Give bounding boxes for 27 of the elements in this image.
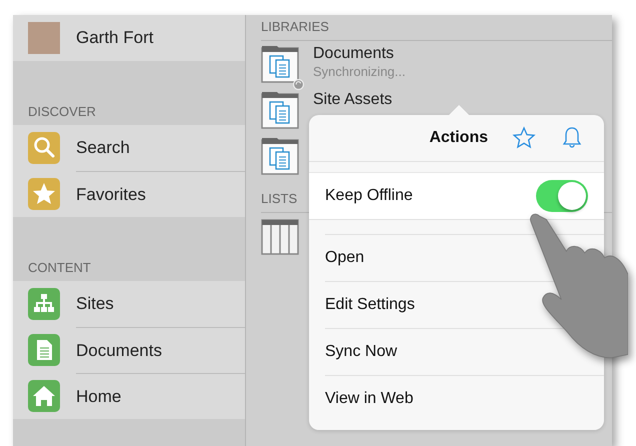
menu-item[interactable]: View in Web	[325, 386, 414, 412]
document-library-icon[interactable]	[261, 91, 301, 131]
menu-item[interactable]: Sync Now	[325, 339, 398, 365]
section-heading: LIBRARIES	[261, 15, 612, 41]
sidebar-item[interactable]: Search	[13, 125, 245, 171]
toggle-switch[interactable]	[536, 180, 588, 212]
popover-title: Actions	[429, 129, 488, 147]
section-heading: DISCOVER	[27, 103, 97, 121]
sidebar-item[interactable]: Home	[13, 373, 245, 419]
document-library-icon[interactable]	[261, 45, 301, 85]
sidebar-item[interactable]: Favorites	[13, 171, 245, 217]
toggle-label: Keep Offline	[325, 187, 413, 205]
sidebar-item[interactable]: Documents	[13, 327, 245, 373]
sidebar-item[interactable]: Sites	[13, 281, 245, 327]
profile-row[interactable]: Garth Fort	[13, 15, 245, 61]
library-title[interactable]: Documents	[313, 45, 406, 63]
menu-item[interactable]: Open	[325, 245, 364, 271]
avatar-photo-placeholder	[28, 22, 60, 54]
table-icon[interactable]	[261, 217, 301, 257]
star-icon[interactable]	[512, 126, 536, 150]
bell-icon[interactable]	[560, 126, 584, 150]
user-name: Garth Fort	[76, 28, 154, 48]
library-subtitle: Synchronizing...	[313, 63, 406, 81]
document-library-icon[interactable]	[261, 137, 301, 177]
section-heading: CONTENT	[27, 259, 92, 277]
library-title[interactable]: Site Assets	[313, 91, 392, 109]
menu-item[interactable]: Edit Settings	[325, 292, 415, 318]
